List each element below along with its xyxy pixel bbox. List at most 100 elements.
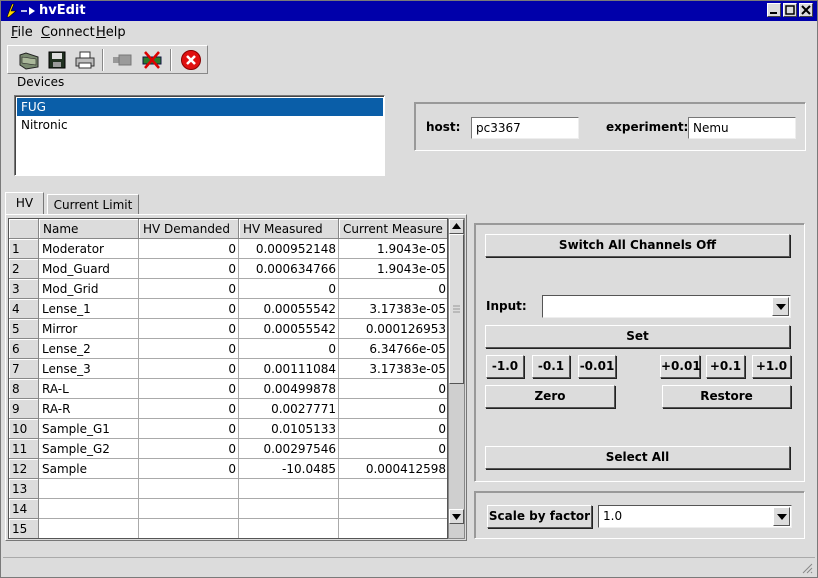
row-number[interactable]: 4 [9,299,39,319]
cell-hv-demanded[interactable] [139,499,239,519]
cell-hv-demanded[interactable]: 0 [139,279,239,299]
row-number[interactable]: 14 [9,499,39,519]
cell-current-measure[interactable]: 0.000126953 [339,319,447,339]
connect-icon[interactable] [111,49,133,71]
cell-hv-measured[interactable]: 0.00055542 [239,299,339,319]
cell-name[interactable]: Lense_2 [39,339,139,359]
cell-name[interactable]: Sample_G1 [39,419,139,439]
print-icon[interactable] [74,49,96,71]
cell-hv-demanded[interactable]: 0 [139,459,239,479]
row-number[interactable]: 3 [9,279,39,299]
cell-hv-measured[interactable] [239,519,339,538]
scroll-down-button[interactable] [449,509,464,524]
scroll-up-button[interactable] [449,219,464,234]
cell-name[interactable]: Moderator [39,239,139,259]
cell-hv-measured[interactable]: -10.0485 [239,459,339,479]
device-item-fug[interactable]: FUG [17,98,383,116]
cell-hv-demanded[interactable]: 0 [139,239,239,259]
header-name[interactable]: Name [39,219,139,239]
cell-current-measure[interactable]: 1.9043e-05 [339,259,447,279]
set-button[interactable]: Set [485,325,790,348]
cell-name[interactable]: Lense_1 [39,299,139,319]
cell-name[interactable]: Sample [39,459,139,479]
cell-current-measure[interactable]: 0 [339,399,447,419]
cell-current-measure[interactable]: 0 [339,379,447,399]
cell-current-measure[interactable]: 0 [339,419,447,439]
cell-hv-measured[interactable]: 0.00297546 [239,439,339,459]
cell-name[interactable]: Sample_G2 [39,439,139,459]
cell-hv-measured[interactable]: 0.0105133 [239,419,339,439]
cell-hv-demanded[interactable]: 0 [139,419,239,439]
switch-all-off-button[interactable]: Switch All Channels Off [485,234,790,257]
cell-hv-demanded[interactable] [139,519,239,538]
cell-hv-measured[interactable] [239,479,339,499]
row-number[interactable]: 6 [9,339,39,359]
cell-name[interactable]: RA-R [39,399,139,419]
minimize-button[interactable] [767,3,781,17]
row-number[interactable]: 12 [9,459,39,479]
row-number[interactable]: 8 [9,379,39,399]
row-number[interactable]: 9 [9,399,39,419]
cell-current-measure[interactable]: 1.9043e-05 [339,239,447,259]
tab-hv[interactable]: HV [5,192,44,215]
scale-dropdown-button[interactable] [773,507,790,526]
cell-name[interactable]: Mirror [39,319,139,339]
devices-list[interactable]: FUG Nitronic [14,95,385,176]
plus-0.01-button[interactable]: +0.01 [660,355,701,378]
cell-hv-demanded[interactable] [139,479,239,499]
header-current-measure[interactable]: Current Measure [339,219,447,239]
cell-name[interactable] [39,499,139,519]
row-number[interactable]: 2 [9,259,39,279]
cell-name[interactable]: Lense_3 [39,359,139,379]
scale-factor-combo[interactable]: 1.0 [598,505,792,528]
cell-hv-demanded[interactable]: 0 [139,339,239,359]
row-number[interactable]: 7 [9,359,39,379]
cell-current-measure[interactable]: 0 [339,279,447,299]
resize-grip-icon[interactable] [800,561,813,574]
cell-current-measure[interactable] [339,499,447,519]
quit-icon[interactable] [180,49,202,71]
title-bar[interactable]: hvEdit [1,1,817,21]
cell-hv-measured[interactable]: 0.0027771 [239,399,339,419]
host-field[interactable]: pc3367 [471,117,579,139]
close-button[interactable] [799,3,813,17]
row-number[interactable]: 11 [9,439,39,459]
input-combo[interactable] [542,295,791,318]
table-scrollbar[interactable] [448,218,465,539]
plus-0.1-button[interactable]: +0.1 [706,355,745,378]
cell-hv-demanded[interactable]: 0 [139,379,239,399]
cell-hv-measured[interactable]: 0.00055542 [239,319,339,339]
cell-hv-demanded[interactable]: 0 [139,399,239,419]
cell-name[interactable] [39,479,139,499]
cell-hv-demanded[interactable]: 0 [139,299,239,319]
header-hv-demanded[interactable]: HV Demanded [139,219,239,239]
zero-button[interactable]: Zero [485,385,615,408]
scroll-thumb[interactable] [449,234,464,384]
row-number[interactable]: 5 [9,319,39,339]
cell-current-measure[interactable]: 0 [339,439,447,459]
row-number[interactable]: 15 [9,519,39,538]
cell-current-measure[interactable]: 0.000412598 [339,459,447,479]
restore-button[interactable]: Restore [662,385,791,408]
device-item-nitronic[interactable]: Nitronic [17,116,383,134]
cell-hv-measured[interactable]: 0.000634766 [239,259,339,279]
cell-name[interactable]: Mod_Guard [39,259,139,279]
menu-connect[interactable]: Connect [41,25,95,40]
cell-current-measure[interactable]: 6.34766e-05 [339,339,447,359]
header-hv-measured[interactable]: HV Measured [239,219,339,239]
cell-hv-measured[interactable] [239,499,339,519]
cell-name[interactable] [39,519,139,538]
select-all-button[interactable]: Select All [485,446,790,469]
cell-name[interactable]: RA-L [39,379,139,399]
open-icon[interactable] [18,49,40,71]
cell-current-measure[interactable] [339,519,447,538]
cell-name[interactable]: Mod_Grid [39,279,139,299]
plus-1-button[interactable]: +1.0 [752,355,791,378]
input-dropdown-button[interactable] [772,297,789,316]
cell-current-measure[interactable]: 3.17383e-05 [339,359,447,379]
cell-hv-demanded[interactable]: 0 [139,319,239,339]
row-number[interactable]: 10 [9,419,39,439]
minus-0.01-button[interactable]: -0.01 [578,355,616,378]
save-icon[interactable] [46,49,68,71]
minus-0.1-button[interactable]: -0.1 [532,355,570,378]
